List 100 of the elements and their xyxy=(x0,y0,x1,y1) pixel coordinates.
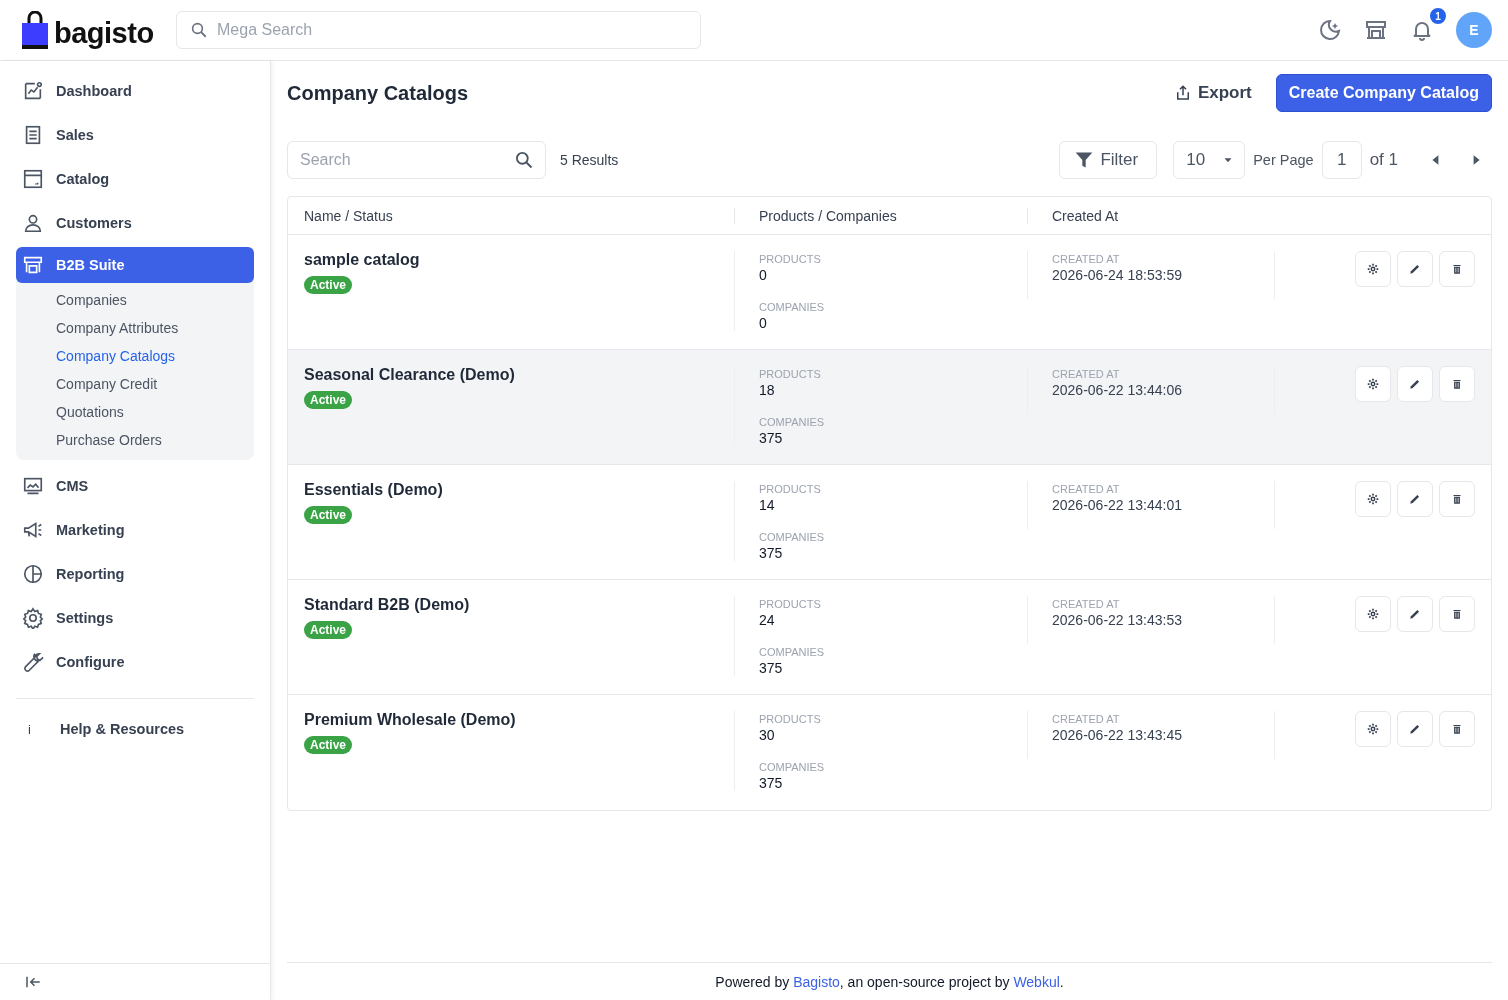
logo-icon xyxy=(20,11,50,49)
webkul-link[interactable]: Webkul xyxy=(1013,973,1060,990)
wrench-icon xyxy=(22,651,44,673)
field-label: CREATED AT xyxy=(1052,367,1121,380)
sidebar-item[interactable]: Marketing xyxy=(16,512,254,548)
field-label: CREATED AT xyxy=(1052,252,1121,265)
help-link[interactable]: Help & Resources xyxy=(60,721,185,737)
table-row[interactable]: Essentials (Demo) Active PRODUCTS 14 COMPANIES 375 CREATED AT 2026-06-22 13:44:01 xyxy=(288,465,1491,580)
sidebar-item[interactable]: Reporting xyxy=(16,556,254,592)
bagisto-link[interactable]: Bagisto xyxy=(793,973,840,990)
field-value: 375 xyxy=(759,775,784,791)
per-page-dropdown[interactable]: 10 xyxy=(1173,141,1246,179)
field-label: PRODUCTS xyxy=(759,597,822,610)
submenu-item[interactable]: Purchase Orders xyxy=(56,426,254,454)
chart-icon xyxy=(22,80,44,102)
table-row[interactable]: Seasonal Clearance (Demo) Active PRODUCTS 18 COMPANIES 375 CREATED AT 2026-06-22 13:44:06 xyxy=(288,350,1491,465)
sidebar-item[interactable]: B2B Suite xyxy=(16,247,254,283)
search-field[interactable]: Mega Search xyxy=(176,11,701,49)
table-row[interactable]: Standard B2B (Demo) Active PRODUCTS 24 COMPANIES 375 CREATED AT 2026-06-22 13:43:53 xyxy=(288,580,1491,695)
per-page-label: Per Page xyxy=(1253,152,1314,168)
edit-icon xyxy=(1408,492,1422,506)
settings-icon xyxy=(1366,607,1380,621)
settings-button[interactable] xyxy=(1355,251,1391,287)
search-icon xyxy=(190,21,208,39)
field-label: COMPANIES xyxy=(759,760,826,773)
date-value: 2026-06-22 13:44:06 xyxy=(1052,382,1183,398)
field-value: 30 xyxy=(759,727,776,743)
field-label: PRODUCTS xyxy=(759,252,822,265)
page-count: of 1 xyxy=(1369,150,1398,170)
edit-icon xyxy=(1408,262,1422,276)
settings-button[interactable] xyxy=(1355,481,1391,517)
field-value: 14 xyxy=(759,497,776,513)
settings-button[interactable] xyxy=(1355,711,1391,747)
field-value: 0 xyxy=(759,315,768,331)
field-value: 24 xyxy=(759,612,776,628)
table-row[interactable]: Premium Wholesale (Demo) Active PRODUCTS 30 COMPANIES 375 CREATED AT 2026-06-22 13:43:45 xyxy=(288,695,1491,810)
search-icon xyxy=(514,150,534,170)
field-value: 18 xyxy=(759,382,776,398)
submenu-item[interactable]: Companies xyxy=(56,286,254,314)
monitor-icon xyxy=(22,475,44,497)
field-value: 375 xyxy=(759,430,784,446)
date-value: 2026-06-22 13:44:01 xyxy=(1052,497,1183,513)
delete-button[interactable] xyxy=(1439,596,1475,632)
field-label: PRODUCTS xyxy=(759,482,822,495)
export-button[interactable]: Export xyxy=(1173,83,1252,103)
status-badge: Active xyxy=(304,506,353,524)
footer-text: Powered by Bagisto, an open-source project by Webkul. xyxy=(715,973,1064,990)
search-field[interactable]: Search xyxy=(287,141,546,179)
sidebar-item[interactable]: Customers xyxy=(16,205,254,241)
pie-chart-icon xyxy=(22,563,44,585)
field-label: CREATED AT xyxy=(1052,712,1121,725)
sidebar-item[interactable]: Configure xyxy=(16,644,254,680)
field-label: CREATED AT xyxy=(1052,597,1121,610)
delete-button[interactable] xyxy=(1439,251,1475,287)
edit-icon xyxy=(1408,607,1422,621)
catalog-name: Seasonal Clearance (Demo) xyxy=(304,366,516,384)
sidebar-item[interactable]: Sales xyxy=(16,117,254,153)
catalog-name: Premium Wholesale (Demo) xyxy=(304,711,517,729)
field-value: 0 xyxy=(759,267,768,283)
field-label: COMPANIES xyxy=(759,300,826,313)
delete-button[interactable] xyxy=(1439,711,1475,747)
status-badge: Active xyxy=(304,621,353,639)
field-value: 375 xyxy=(759,545,784,561)
settings-button[interactable] xyxy=(1355,596,1391,632)
sidebar-item[interactable]: Settings xyxy=(16,600,254,636)
settings-button[interactable] xyxy=(1355,366,1391,402)
field-label: COMPANIES xyxy=(759,645,826,658)
field-label: CREATED AT xyxy=(1052,482,1121,495)
submenu-item[interactable]: Company Attributes xyxy=(56,314,254,342)
sidebar-item[interactable]: Dashboard xyxy=(16,73,254,109)
column-header: Name / Status xyxy=(303,207,394,224)
sidebar-item[interactable]: Catalog xyxy=(16,161,254,197)
delete-button[interactable] xyxy=(1439,481,1475,517)
date-value: 2026-06-22 13:43:45 xyxy=(1052,727,1183,743)
create-button[interactable]: Create Company Catalog xyxy=(1275,74,1492,112)
delete-button[interactable] xyxy=(1439,366,1475,402)
field-label: PRODUCTS xyxy=(759,712,822,725)
notification-count: 1 xyxy=(1428,6,1448,26)
submenu-item[interactable]: Company Credit xyxy=(56,370,254,398)
store-icon[interactable] xyxy=(1364,18,1388,42)
filter-button[interactable]: Filter xyxy=(1059,141,1158,179)
page-field[interactable]: 1 xyxy=(1321,141,1362,179)
user-icon xyxy=(22,212,44,234)
settings-icon xyxy=(1366,492,1380,506)
submenu-item[interactable]: Company Catalogs xyxy=(56,342,254,370)
edit-icon xyxy=(1408,722,1422,736)
status-badge: Active xyxy=(304,276,353,294)
edit-icon xyxy=(1408,377,1422,391)
date-value: 2026-06-22 13:43:53 xyxy=(1052,612,1183,628)
moon-icon[interactable] xyxy=(1318,18,1342,42)
status-badge: Active xyxy=(304,736,353,754)
submenu-item[interactable]: Quotations xyxy=(56,398,254,426)
date-value: 2026-06-24 18:53:59 xyxy=(1052,267,1183,283)
field-label: COMPANIES xyxy=(759,530,826,543)
sidebar-item[interactable]: CMS xyxy=(16,468,254,504)
settings-icon xyxy=(22,607,44,629)
settings-icon xyxy=(1366,722,1380,736)
megaphone-icon xyxy=(22,519,44,541)
field-value: 375 xyxy=(759,660,784,676)
page-title: Company Catalogs xyxy=(287,81,469,105)
